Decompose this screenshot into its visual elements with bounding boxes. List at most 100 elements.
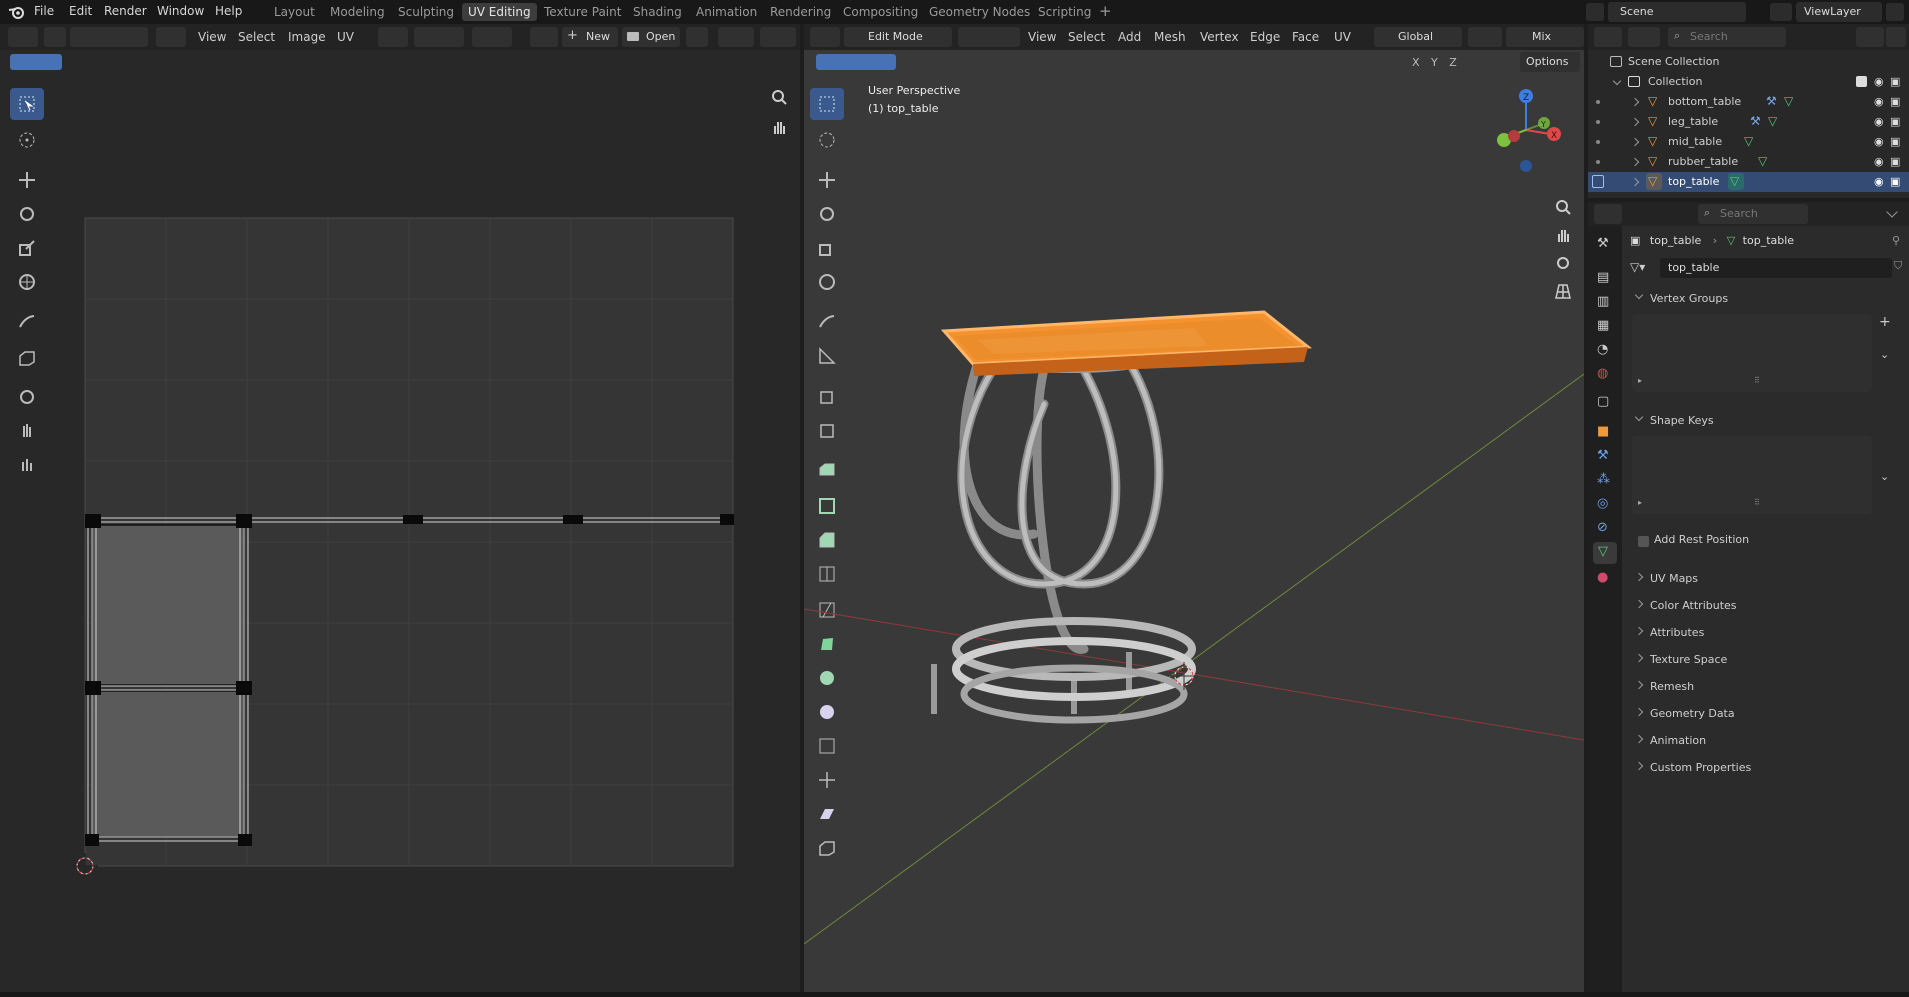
editor-type-icon[interactable] <box>8 27 38 47</box>
view-layer-tab-icon[interactable]: ▦ <box>1597 318 1609 333</box>
menu-help[interactable]: Help <box>215 4 242 18</box>
collapse-icon[interactable] <box>1634 412 1644 422</box>
panel-attributes[interactable]: Attributes <box>1628 620 1908 646</box>
view-layer-selector[interactable]: ViewLayer <box>1796 2 1882 22</box>
expand-icon[interactable] <box>1634 599 1644 609</box>
tab-uv-editing[interactable]: UV Editing <box>462 3 537 21</box>
render-camera-icon[interactable]: ▣ <box>1890 135 1900 148</box>
visibility-eye-icon[interactable]: ◉ <box>1874 135 1884 148</box>
menu-image[interactable]: Image <box>288 30 326 44</box>
visibility-eye-icon[interactable]: ◉ <box>1874 155 1884 168</box>
open-image-button[interactable]: Open <box>622 27 680 47</box>
tab-modeling[interactable]: Modeling <box>324 3 391 21</box>
outliner-item-rubber-table[interactable]: ▽ rubber_table ▽ ◉ ▣ <box>1588 152 1909 172</box>
tool-tab-icon[interactable]: ⚒ <box>1597 236 1609 251</box>
scene-icon[interactable] <box>1586 3 1604 21</box>
properties-search[interactable]: ⌕ Search <box>1698 204 1808 224</box>
panel-vertex-groups[interactable]: Vertex Groups <box>1628 286 1908 312</box>
panel-animation[interactable]: Animation <box>1628 728 1908 754</box>
pan-hand-icon[interactable] <box>766 114 792 140</box>
outliner-item-mid-table[interactable]: ▽ mid_table ▽ ◉ ▣ <box>1588 132 1909 152</box>
panel-geometry-data[interactable]: Geometry Data <box>1628 701 1908 727</box>
zoom-icon[interactable] <box>766 84 792 110</box>
tab-scripting[interactable]: Scripting <box>1032 3 1097 21</box>
panel-shape-keys[interactable]: Shape Keys <box>1628 408 1908 434</box>
editor-type-icon[interactable] <box>1594 204 1622 224</box>
pivot-icon[interactable] <box>378 27 408 47</box>
uv-sync-icon[interactable] <box>44 27 66 47</box>
list-expand-icon[interactable]: ▸ <box>1638 376 1642 385</box>
menu-view[interactable]: View <box>198 30 226 44</box>
blender-logo-icon[interactable] <box>8 4 26 20</box>
output-tab-icon[interactable]: ▥ <box>1597 294 1609 309</box>
pin-icon[interactable] <box>686 27 708 47</box>
visibility-eye-icon[interactable]: ◉ <box>1874 115 1884 128</box>
overlay-toggle-icon[interactable] <box>760 27 796 47</box>
material-tab-icon[interactable]: ● <box>1597 570 1608 585</box>
scene-selector[interactable]: Scene <box>1608 2 1746 22</box>
resize-grip-icon[interactable]: ⠿ <box>1754 376 1760 385</box>
edit-toggle-dot-icon[interactable] <box>1596 100 1600 104</box>
panel-uv-maps[interactable]: UV Maps <box>1628 566 1908 592</box>
editor-type-icon[interactable] <box>1594 27 1622 47</box>
cursor-tool-icon[interactable] <box>10 124 44 156</box>
visibility-eye-icon[interactable]: ◉ <box>1874 95 1884 108</box>
expand-icon[interactable] <box>1634 707 1644 717</box>
mesh-data-tab-icon[interactable]: ▽ <box>1598 544 1608 559</box>
physics-tab-icon[interactable]: ◎ <box>1597 496 1608 511</box>
constraints-tab-icon[interactable]: ⊘ <box>1597 520 1608 535</box>
menu-edit[interactable]: Edit <box>69 4 92 18</box>
expand-icon[interactable] <box>1634 626 1644 636</box>
pin-icon[interactable]: ⚲ <box>1892 234 1900 247</box>
object-tab-icon[interactable]: ■ <box>1597 424 1609 439</box>
select-mode-group[interactable] <box>70 27 148 47</box>
display-mode-icon[interactable] <box>1628 27 1660 47</box>
fake-user-shield-icon[interactable]: ⛉ <box>1894 259 1902 273</box>
grab-brush-icon[interactable] <box>10 380 44 412</box>
tab-geometry-nodes[interactable]: Geometry Nodes <box>923 3 1036 21</box>
expand-icon[interactable] <box>1630 137 1640 147</box>
annotate-tool-icon[interactable] <box>10 306 44 338</box>
menu-file[interactable]: File <box>34 4 54 18</box>
world-tab-icon[interactable]: ◍ <box>1597 366 1608 381</box>
collapse-icon[interactable] <box>1634 290 1644 300</box>
relax-brush-icon[interactable] <box>10 414 44 446</box>
menu-uv[interactable]: UV <box>337 30 354 44</box>
scale-tool-icon[interactable] <box>10 232 44 264</box>
tab-texture-paint[interactable]: Texture Paint <box>538 3 627 21</box>
add-vertex-group-icon[interactable]: + <box>1879 314 1891 330</box>
outliner-item-bottom-table[interactable]: ▽ bottom_table ⚒ ▽ ◉ ▣ <box>1588 92 1909 112</box>
particles-tab-icon[interactable]: ⁂ <box>1597 472 1610 487</box>
panel-custom-properties[interactable]: Custom Properties <box>1628 755 1908 781</box>
mesh-browse-icon[interactable]: ▽▾ <box>1630 260 1645 274</box>
render-tab-icon[interactable]: ▤ <box>1597 270 1609 285</box>
tab-compositing[interactable]: Compositing <box>837 3 924 21</box>
add-rest-position-checkbox[interactable] <box>1638 536 1649 547</box>
scene-collection-row[interactable]: Scene Collection <box>1588 52 1909 72</box>
edit-toggle-dot-icon[interactable] <box>1596 160 1600 164</box>
list-expand-icon[interactable]: ▸ <box>1638 498 1642 507</box>
expand-icon[interactable] <box>1630 97 1640 107</box>
modifiers-tab-icon[interactable]: ⚒ <box>1597 448 1609 463</box>
3d-viewport[interactable]: Edit Mode View Select Add Mesh Vertex Ed… <box>804 24 1584 992</box>
visibility-eye-icon[interactable]: ◉ <box>1874 175 1884 188</box>
proportional-edit-icon[interactable] <box>472 27 512 47</box>
panel-color-attributes[interactable]: Color Attributes <box>1628 593 1908 619</box>
panel-remesh[interactable]: Remesh <box>1628 674 1908 700</box>
menu-select[interactable]: Select <box>238 30 275 44</box>
render-camera-icon[interactable]: ▣ <box>1890 175 1900 188</box>
menu-render[interactable]: Render <box>104 4 147 18</box>
outliner[interactable]: ⌕ Search Scene Collection Collection ◉ ▣… <box>1588 24 1909 198</box>
pinch-brush-icon[interactable] <box>10 448 44 480</box>
chevron-down-icon[interactable] <box>1886 206 1898 218</box>
tab-sculpting[interactable]: Sculpting <box>392 3 460 21</box>
render-camera-icon[interactable]: ▣ <box>1890 95 1900 108</box>
filter-icon[interactable] <box>1856 27 1884 47</box>
snap-icon[interactable] <box>414 27 464 47</box>
edit-toggle-dot-icon[interactable] <box>1596 140 1600 144</box>
uv-select-modes[interactable] <box>10 54 62 70</box>
render-camera-icon[interactable]: ▣ <box>1890 155 1900 168</box>
sticky-select-icon[interactable] <box>156 27 186 47</box>
rip-tool-icon[interactable] <box>10 342 44 374</box>
uv-canvas[interactable] <box>70 194 750 894</box>
